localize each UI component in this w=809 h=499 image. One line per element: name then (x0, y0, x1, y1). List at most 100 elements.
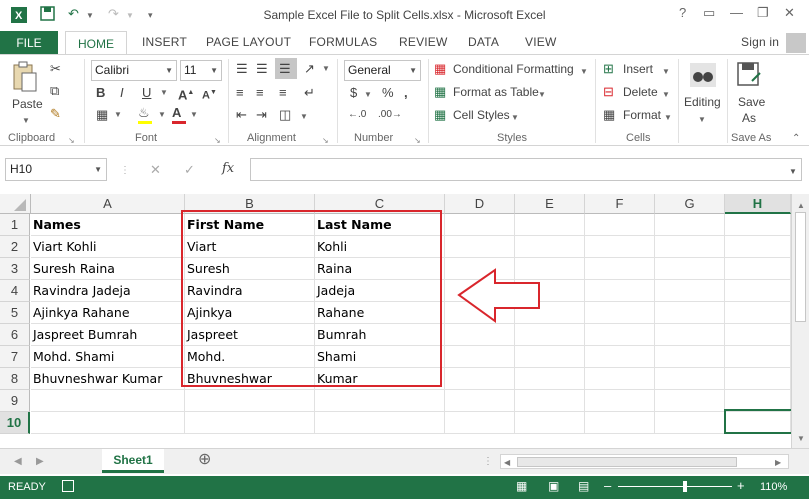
format-painter-icon[interactable]: ✎ (50, 106, 61, 122)
cell-f2[interactable] (585, 236, 655, 258)
scroll-left-icon[interactable]: ◀ (504, 455, 510, 471)
vertical-scroll-thumb[interactable] (795, 212, 806, 322)
scroll-right-icon[interactable]: ▶ (775, 455, 781, 471)
decrease-indent-icon[interactable]: ⇤ (236, 107, 247, 123)
shrink-font-icon[interactable]: A▼ (202, 85, 217, 104)
page-break-view-icon[interactable]: ▤ (578, 479, 589, 493)
chevron-down-icon[interactable]: ▼ (662, 64, 670, 80)
percent-icon[interactable]: % (382, 85, 394, 101)
avatar[interactable] (786, 33, 806, 53)
cell-f4[interactable] (585, 280, 655, 302)
copy-icon[interactable]: ⧉ (50, 83, 59, 99)
close-icon[interactable]: ✕ (784, 5, 795, 21)
align-center-icon[interactable]: ≡ (256, 85, 264, 101)
collapse-ribbon-icon[interactable]: ⌃ (792, 131, 800, 147)
column-header-f[interactable]: F (585, 194, 655, 214)
macro-record-icon[interactable] (62, 480, 74, 492)
row-header-1[interactable]: 1 (0, 214, 30, 236)
tab-view[interactable]: VIEW (525, 35, 556, 49)
cell-styles-button[interactable]: Cell Styles (453, 108, 510, 122)
delete-cells-icon[interactable]: ⊟ (603, 84, 614, 100)
orientation-dropdown-icon[interactable]: ▼ (322, 61, 330, 77)
merge-center-icon[interactable]: ◫ (279, 107, 291, 123)
cell-g9[interactable] (655, 390, 725, 412)
cell-g3[interactable] (655, 258, 725, 280)
borders-icon[interactable]: ▦ (96, 107, 108, 123)
row-header-5[interactable]: 5 (0, 302, 30, 324)
chevron-down-icon[interactable]: ▼ (664, 110, 672, 126)
font-color-icon[interactable]: A (172, 105, 186, 124)
zoom-slider-thumb[interactable] (683, 481, 687, 492)
cell-h1[interactable] (725, 214, 791, 236)
currency-dropdown-icon[interactable]: ▼ (364, 87, 372, 103)
cell-h3[interactable] (725, 258, 791, 280)
underline-dropdown-icon[interactable]: ▼ (160, 85, 168, 101)
comma-style-icon[interactable]: , (404, 85, 408, 101)
insert-cells-button[interactable]: Insert (623, 62, 653, 76)
cell-b10[interactable] (185, 412, 315, 434)
underline-icon[interactable]: U (142, 85, 151, 101)
vertical-scrollbar[interactable]: ▲ ▼ (791, 194, 809, 448)
cell-h4[interactable] (725, 280, 791, 302)
ribbon-display-icon[interactable]: ▭ (703, 5, 715, 21)
cell-g5[interactable] (655, 302, 725, 324)
cell-a8[interactable]: Bhuvneshwar Kumar (31, 368, 185, 390)
cell-f6[interactable] (585, 324, 655, 346)
cell-d1[interactable] (445, 214, 515, 236)
row-header-6[interactable]: 6 (0, 324, 30, 346)
cell-a1[interactable]: Names (31, 214, 185, 236)
format-cells-button[interactable]: Format (623, 108, 661, 122)
bottom-align-icon[interactable]: ☰ (279, 61, 291, 77)
row-header-2[interactable]: 2 (0, 236, 30, 258)
bold-icon[interactable]: B (96, 85, 105, 101)
paste-label[interactable]: Paste (12, 97, 43, 111)
cell-b9[interactable] (185, 390, 315, 412)
save-as-line1[interactable]: Save (738, 95, 765, 109)
selected-cell-h10[interactable] (724, 409, 794, 434)
cell-f10[interactable] (585, 412, 655, 434)
next-sheet-icon[interactable]: ▶ (36, 454, 44, 470)
cell-a6[interactable]: Jaspreet Bumrah (31, 324, 185, 346)
cell-a7[interactable]: Mohd. Shami (31, 346, 185, 368)
cell-d9[interactable] (445, 390, 515, 412)
zoom-slider[interactable] (618, 486, 732, 487)
binoculars-icon[interactable] (690, 63, 716, 91)
format-cells-icon[interactable]: ▦ (603, 107, 615, 123)
fill-color-dropdown-icon[interactable]: ▼ (158, 107, 166, 123)
tab-formulas[interactable]: FORMULAS (309, 35, 377, 49)
cell-g4[interactable] (655, 280, 725, 302)
cut-icon[interactable]: ✂ (50, 61, 61, 77)
font-size-select[interactable]: 11 ▼ (180, 60, 222, 81)
increase-indent-icon[interactable]: ⇥ (256, 107, 267, 123)
paste-dropdown-icon[interactable]: ▼ (22, 113, 30, 129)
column-header-g[interactable]: G (655, 194, 725, 214)
row-header-7[interactable]: 7 (0, 346, 30, 368)
cell-a4[interactable]: Ravindra Jadeja (31, 280, 185, 302)
cell-h8[interactable] (725, 368, 791, 390)
cell-e10[interactable] (515, 412, 585, 434)
sign-in-link[interactable]: Sign in (741, 35, 779, 49)
zoom-level[interactable]: 110% (760, 481, 787, 493)
cell-g7[interactable] (655, 346, 725, 368)
cell-d2[interactable] (445, 236, 515, 258)
conditional-formatting-icon[interactable]: ▦ (434, 61, 446, 77)
align-left-icon[interactable]: ≡ (236, 85, 244, 101)
cell-g1[interactable] (655, 214, 725, 236)
increase-decimal-icon[interactable]: ←.0 (348, 107, 366, 123)
format-as-table-icon[interactable]: ▦ (434, 84, 446, 100)
column-header-d[interactable]: D (445, 194, 515, 214)
row-header-8[interactable]: 8 (0, 368, 30, 390)
tab-file[interactable]: FILE (0, 31, 58, 55)
format-as-table-button[interactable]: Format as Table (453, 85, 539, 99)
chevron-down-icon[interactable]: ▼ (698, 112, 706, 128)
row-header-9[interactable]: 9 (0, 390, 30, 412)
help-icon[interactable]: ? (679, 5, 686, 20)
cell-e1[interactable] (515, 214, 585, 236)
formula-input[interactable] (250, 158, 802, 181)
prev-sheet-icon[interactable]: ◀ (14, 454, 22, 470)
top-align-icon[interactable]: ☰ (236, 61, 248, 77)
sheet-tab-sheet1[interactable]: Sheet1 (102, 449, 164, 473)
align-right-icon[interactable]: ≡ (279, 85, 287, 101)
chevron-down-icon[interactable]: ▼ (580, 64, 588, 80)
merge-dropdown-icon[interactable]: ▼ (300, 109, 308, 125)
